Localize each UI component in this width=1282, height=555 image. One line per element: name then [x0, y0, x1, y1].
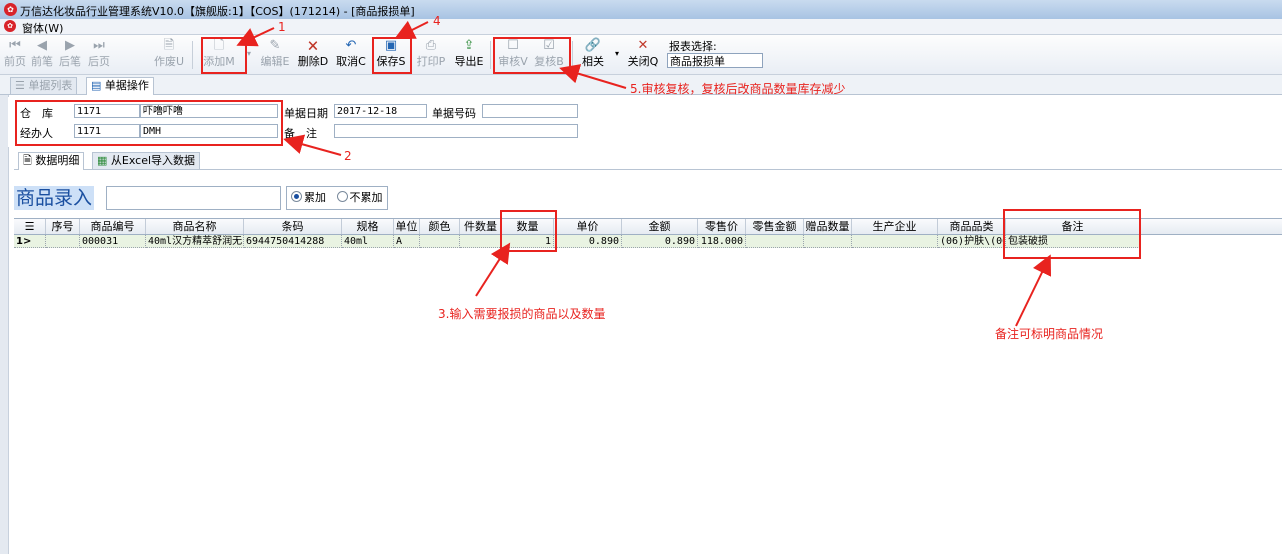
annotation-5: 5.审核复核，复核后改商品数量库存减少 [630, 82, 846, 96]
annotation-6: 备注可标明商品情况 [995, 327, 1104, 341]
annotation-1: 1 [278, 20, 286, 34]
annotation-4: 4 [433, 14, 441, 28]
annotation-3: 3.输入需要报损的商品以及数量 [438, 307, 606, 321]
annotation-2: 2 [344, 149, 352, 163]
